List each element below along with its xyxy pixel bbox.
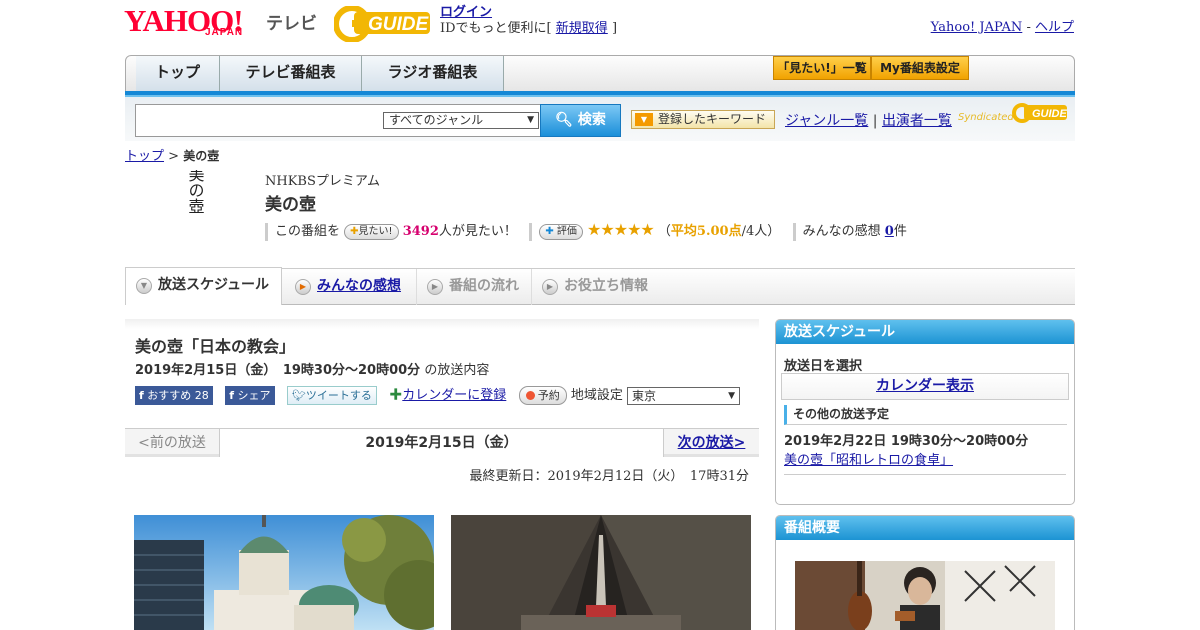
- region-label: 地域設定: [570, 388, 623, 403]
- help-link[interactable]: ヘルプ: [1035, 20, 1074, 35]
- program-thumbnail: 美の壺: [160, 170, 230, 250]
- play-arrow-icon: ▶: [542, 279, 558, 295]
- want-count: 3492: [402, 224, 439, 239]
- play-arrow-icon: ▶: [295, 279, 311, 295]
- region-select[interactable]: 東京 ▼: [627, 386, 741, 405]
- search-button[interactable]: 🔍︎ 検索: [540, 104, 621, 137]
- watchlist-button[interactable]: 「見たい!」一覧: [773, 56, 871, 80]
- yahoo-japan-logo-text: JAPAN: [205, 27, 244, 38]
- facebook-share-button[interactable]: f シェア: [225, 386, 275, 405]
- global-nav: トップ テレビ番組表 ラジオ番組表 「見たい!」一覧 My番組表設定: [125, 55, 1075, 92]
- nav-tab-radio-schedule[interactable]: ラジオ番組表: [362, 56, 504, 91]
- chevron-down-icon: ▼: [136, 278, 152, 294]
- performer-list-link[interactable]: 出演者一覧: [882, 113, 952, 129]
- tab-program-flow[interactable]: ▶ 番組の流れ: [417, 269, 532, 305]
- program-summary-photo: [795, 561, 1055, 630]
- facebook-icon: f: [139, 389, 144, 402]
- svg-text:GUIDE: GUIDE: [368, 14, 430, 35]
- gguide-small-logo: GUIDE: [1012, 103, 1068, 123]
- next-broadcast-link[interactable]: 次の放送>: [663, 429, 759, 457]
- calendar-add-icon: ✚: [389, 388, 403, 403]
- chevron-down-icon: ▼: [728, 390, 736, 401]
- facebook-recommend-button[interactable]: f おすすめ 28: [135, 386, 213, 405]
- average-rating: 平均5.00点: [670, 224, 742, 239]
- tv-logo-text[interactable]: テレビ: [266, 9, 317, 34]
- chevron-down-icon: ▼: [527, 115, 534, 125]
- current-broadcast-date: 2019年2月15日（金）: [220, 429, 663, 457]
- svg-text:GUIDE: GUIDE: [1032, 108, 1068, 120]
- episode-title: 美の壺「日本の教会」: [135, 337, 296, 356]
- other-broadcast-datetime: 2019年2月22日 19時30分～20時00分: [784, 434, 1029, 449]
- gguide-logo: GUIDE: [334, 6, 430, 42]
- nav-tab-tv-schedule[interactable]: テレビ番組表: [220, 56, 362, 91]
- add-to-calendar-link[interactable]: カレンダーに登録: [402, 388, 506, 403]
- genre-list-link[interactable]: ジャンル一覧: [785, 113, 868, 129]
- login-link[interactable]: ログイン: [440, 5, 492, 21]
- other-broadcasts-header: その他の放送予定: [784, 405, 1067, 425]
- signup-link[interactable]: 新規取得: [556, 21, 608, 36]
- broadcast-pager: <前の放送 2019年2月15日（金） 次の放送>: [125, 428, 759, 457]
- arrow-down-icon: ▼: [635, 113, 653, 126]
- other-broadcast-link[interactable]: 美の壺「昭和レトロの食卓」: [784, 449, 953, 468]
- schedule-sidebar-header: 放送スケジュール: [776, 320, 1074, 344]
- login-prompt: IDでもっと便利に[ 新規取得 ]: [440, 21, 618, 36]
- rating-stars: ★★★★★: [587, 220, 655, 239]
- channel-name: NHKBSプレミアム: [265, 174, 380, 189]
- show-calendar-button[interactable]: カレンダー表示: [781, 373, 1069, 400]
- program-title: 美の壺: [265, 195, 316, 215]
- divider: [784, 474, 1066, 475]
- tab-useful-info[interactable]: ▶ お役立ち情報: [532, 269, 662, 305]
- tab-broadcast-schedule[interactable]: ▼ 放送スケジュール: [125, 267, 282, 305]
- last-updated: 最終更新日：2019年2月12日（火） 17時31分: [469, 469, 749, 484]
- twitter-bird-icon: 🐦: [291, 389, 306, 402]
- saved-keywords-button[interactable]: ▼ 登録したキーワード: [631, 110, 775, 129]
- rate-button[interactable]: ✚ 評価: [539, 223, 583, 240]
- header-links: Yahoo! JAPAN - ヘルプ: [930, 20, 1074, 35]
- record-dot-icon: [525, 391, 535, 400]
- syndicated-label: Syndicated: [958, 112, 1014, 123]
- yahoo-japan-link[interactable]: Yahoo! JAPAN: [931, 20, 1023, 35]
- program-tabs: ▼ 放送スケジュール ▶ みんなの感想 ▶ 番組の流れ ▶ お役立ち情報: [125, 267, 1075, 305]
- tab-everyone-impressions[interactable]: ▶ みんなの感想: [285, 269, 417, 305]
- want-to-watch-button[interactable]: ✚見たい!: [344, 223, 399, 240]
- search-links: ジャンル一覧 | 出演者一覧: [785, 113, 952, 129]
- episode-photo-church-exterior: [134, 515, 434, 630]
- genre-select[interactable]: すべてのジャンル ▼: [383, 112, 539, 129]
- search-icon: 🔍: [555, 112, 573, 128]
- breadcrumb-current: 美の壺: [183, 149, 220, 163]
- program-stats: この番組を ✚見たい! 3492人が見たい！ ✚ 評価 ★★★★★ （平均5.0…: [265, 220, 907, 241]
- program-summary-header: 番組概要: [776, 516, 1074, 540]
- prev-broadcast: <前の放送: [125, 429, 220, 457]
- breadcrumb: トップ > 美の壺: [125, 149, 220, 164]
- episode-photo-church-interior: [451, 515, 751, 630]
- facebook-icon: f: [229, 389, 234, 402]
- reserve-button[interactable]: 予約: [518, 386, 567, 405]
- share-row: f おすすめ 28 f シェア 🐦︎ツイートする ✚カレンダーに登録 予約 地域…: [135, 386, 741, 406]
- breadcrumb-top-link[interactable]: トップ: [125, 149, 164, 164]
- play-arrow-icon: ▶: [427, 279, 443, 295]
- nav-tab-top[interactable]: トップ: [136, 56, 220, 91]
- episode-datetime: 2019年2月15日（金） 19時30分～20時00分 の放送内容: [135, 363, 490, 378]
- my-schedule-settings-button[interactable]: My番組表設定: [871, 56, 969, 80]
- tweet-button[interactable]: 🐦︎ツイートする: [286, 386, 377, 405]
- impressions-count-link[interactable]: 0: [885, 224, 894, 239]
- svg-text:美の壺: 美の壺: [186, 170, 205, 214]
- select-broadcast-date-label: 放送日を選択: [784, 359, 863, 374]
